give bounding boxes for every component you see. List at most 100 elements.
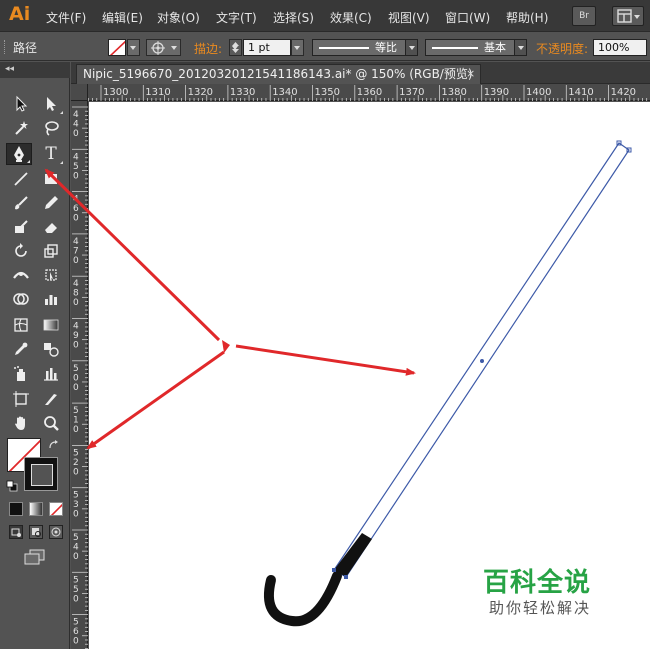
tool-flyout-indicator [60,111,63,114]
gradient-tool[interactable] [38,314,64,336]
workspace-switcher[interactable] [612,6,644,26]
fill-dropdown[interactable] [127,39,140,56]
ruler-tick-label: 0 [73,425,79,435]
ruler-tick-label: 1380 [441,87,466,98]
shape-builder-tool[interactable] [8,288,34,310]
ruler-tick-label: 0 [73,594,79,604]
menu-help[interactable]: 帮助(H) [506,9,548,26]
swap-fill-stroke-icon[interactable] [48,439,60,451]
column-graph-tool[interactable] [38,363,64,385]
color-mode-button[interactable] [9,502,23,516]
column-graph-icon [44,368,58,381]
scale-tool[interactable] [38,240,64,262]
ruler-tick-label: 9 [73,331,79,341]
selection-tool[interactable] [8,93,34,115]
line-segment-tool[interactable] [8,168,34,190]
default-colors-icon[interactable] [6,480,18,492]
menu-effect[interactable]: 效果(C) [330,9,372,26]
ruler-tick-label: 4 [73,322,79,332]
menu-select[interactable]: 选择(S) [273,9,314,26]
artboard-tool[interactable] [8,388,34,410]
brush-definition[interactable]: 基本 [425,39,527,56]
mesh-tool[interactable] [8,314,34,336]
umbrella-grip[interactable] [334,533,372,577]
ruler-tick-label: 4 [73,279,79,289]
ruler-tick-label: 1390 [484,87,509,98]
rectangle-tool[interactable] [38,168,64,190]
direct-selection-tool[interactable] [38,93,64,115]
umbrella-handle[interactable] [263,571,342,627]
bridge-button[interactable]: Br [572,6,596,26]
eraser-tool[interactable] [38,216,64,238]
ruler-tick-label: 1350 [315,87,340,98]
stroke-color-dropdown[interactable] [146,39,181,56]
panel-grip[interactable] [4,40,7,54]
menu-edit[interactable]: 编辑(E) [102,9,143,26]
stroke-color-box[interactable] [24,457,58,491]
document-tab[interactable]: Nipic_5196670_20120320121541186143.ai* @… [76,64,481,84]
path-center-point [480,359,484,363]
stroke-weight-stepper[interactable] [229,39,242,56]
panel-collapse-button[interactable]: ◂◂ [0,62,70,78]
ruler-tick-label: 1400 [526,87,551,98]
graph-tool[interactable] [38,288,64,310]
draw-inside-button[interactable] [49,525,63,539]
stroke-label[interactable]: 描边: [194,40,222,57]
stroke-weight-field[interactable]: 1 pt [243,39,291,56]
vertical-ruler-ticks: 4404504604704804905005105205305405505605… [72,106,88,649]
profile-dropdown-arrow[interactable] [405,40,417,55]
anchor-point[interactable] [344,575,348,579]
menu-file[interactable]: 文件(F) [46,9,86,26]
menu-window[interactable]: 窗口(W) [445,9,490,26]
magic-wand-icon [15,121,28,135]
opacity-field[interactable]: 100% [593,39,647,56]
zoom-tool[interactable] [38,412,64,434]
direct-selection-icon [47,97,56,111]
vertical-ruler[interactable]: 4404504604704804905005105205305405505605… [71,101,88,649]
close-tab-icon[interactable]: × [466,65,475,83]
ruler-origin[interactable] [71,84,88,101]
gradient-mode-button[interactable] [29,502,43,516]
hand-tool[interactable] [8,412,34,434]
pencil-tool[interactable] [38,192,64,214]
stroke-weight-dropdown[interactable] [291,39,304,56]
menu-object[interactable]: 对象(O) [157,9,200,26]
profile-line-preview [319,47,369,49]
ruler-tick-label: 0 [73,256,79,266]
eyedropper-icon [15,342,28,355]
ruler-tick-label: 7 [73,246,79,256]
horizontal-ruler[interactable]: 1300 1310 1320 1330 1340 1350 1360 1370 1380 1390… [71,84,650,101]
draw-behind-button[interactable] [29,525,43,539]
rotate-tool[interactable] [8,240,34,262]
menu-view[interactable]: 视图(V) [388,9,430,26]
menu-type[interactable]: 文字(T) [216,9,257,26]
selection-arrow-icon [16,95,28,112]
lasso-tool[interactable] [38,117,64,139]
ruler-tick-label: 0 [73,171,79,181]
graph-icon [45,295,57,305]
symbol-sprayer-tool[interactable] [8,363,34,385]
fill-swatch[interactable] [108,39,126,56]
free-transform-tool[interactable] [38,264,64,286]
artboard-icon [13,391,29,407]
blob-brush-tool[interactable] [8,216,34,238]
paintbrush-tool[interactable] [8,192,34,214]
brush-dropdown-arrow[interactable] [514,40,526,55]
draw-normal-icon [11,528,21,537]
variable-width-profile[interactable]: 等比 [312,39,418,56]
eyedropper-tool[interactable] [8,338,34,360]
slice-tool[interactable] [38,388,64,410]
ruler-tick-label: 0 [73,298,79,308]
anchor-point[interactable] [332,568,336,572]
ruler-tick-label: 1340 [272,87,297,98]
ruler-tick-label: 1 [73,416,79,426]
pen-tool[interactable] [6,143,32,165]
width-tool[interactable] [8,264,34,286]
type-tool[interactable]: T [38,143,64,165]
none-mode-button[interactable] [49,502,63,516]
opacity-label[interactable]: 不透明度: [536,40,588,57]
magic-wand-tool[interactable] [8,117,34,139]
blend-tool[interactable] [38,338,64,360]
screen-mode-icon[interactable] [22,548,48,568]
draw-normal-button[interactable] [9,525,23,539]
